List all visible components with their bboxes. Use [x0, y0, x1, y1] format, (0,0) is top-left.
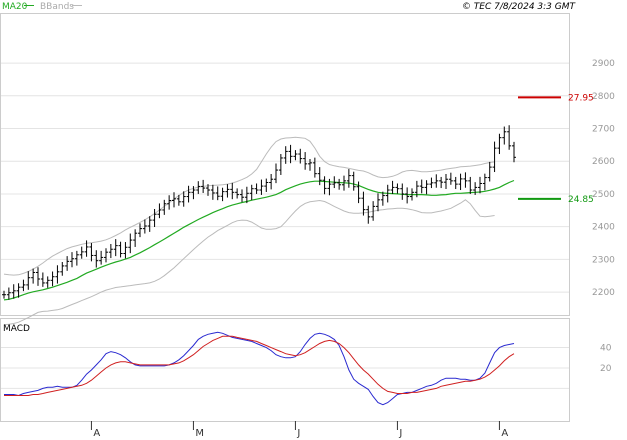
- macd-panel: [0, 318, 570, 422]
- price-axis-labels: 2900 2800 2700 2600 2500 2400 2300 2200: [592, 59, 615, 298]
- macd-tick-label: 20: [600, 364, 612, 374]
- price-tick-label: 2900: [592, 59, 615, 69]
- month-label: J: [398, 428, 402, 439]
- support-level-label: 24.85: [568, 195, 594, 205]
- price-tick-label: 2800: [592, 92, 615, 102]
- macd-tick-label: 40: [600, 344, 612, 354]
- macd-label: MACD: [3, 324, 30, 334]
- legend-bbands: BBands: [40, 2, 74, 12]
- copyright-notice: © TEC 7/8/2024 3:3 GMT: [462, 2, 577, 12]
- price-tick-label: 2300: [592, 255, 615, 265]
- resistance-level-label: 27.95: [568, 93, 594, 103]
- month-label: A: [501, 428, 508, 439]
- price-tick-label: 2400: [592, 223, 615, 233]
- month-label: J: [296, 428, 300, 439]
- price-tick-label: 2200: [592, 288, 615, 298]
- stock-chart: 27.9524.85 29002800270026002500240023002…: [0, 2, 615, 439]
- price-panel: [0, 13, 570, 316]
- legend-bbands-swatch: [72, 5, 82, 6]
- price-tick-label: 2600: [592, 157, 615, 167]
- price-tick-label: 2700: [592, 125, 615, 135]
- legend-ma20: MA20: [2, 2, 28, 12]
- legend-ma20-swatch: [24, 5, 34, 6]
- month-axis: AMJJA: [1, 421, 569, 439]
- month-label: M: [195, 428, 204, 439]
- month-label: A: [93, 428, 100, 439]
- macd-axis-labels: 40 20: [600, 344, 612, 374]
- price-tick-label: 2500: [592, 190, 615, 200]
